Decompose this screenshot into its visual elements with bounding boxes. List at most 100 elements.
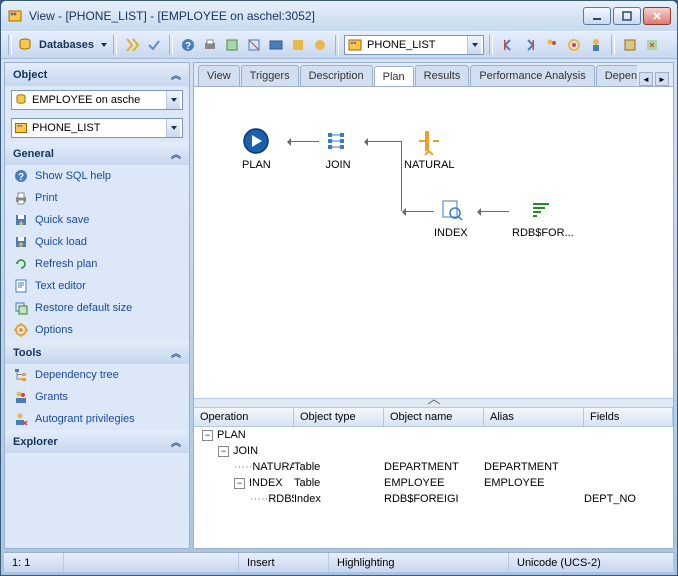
tool-icon-2[interactable]	[244, 35, 264, 55]
print-icon	[13, 190, 29, 206]
sidebar-item-autogrant[interactable]: Autogrant privilegies	[5, 408, 189, 430]
plan-view: PLAN JOIN NATURAL	[194, 87, 673, 548]
object-name-combo[interactable]: PHONE_LIST	[11, 118, 183, 138]
sidebar-item-save[interactable]: Quick save	[5, 209, 189, 231]
tab-depende[interactable]: Depende	[596, 65, 637, 86]
databases-menu[interactable]: Databases	[35, 39, 98, 51]
collapse-icon: ︽	[171, 146, 181, 161]
tool-icon-5[interactable]	[310, 35, 330, 55]
chevron-down-icon[interactable]	[166, 119, 180, 137]
natural-icon	[415, 127, 443, 155]
svg-text:?: ?	[185, 41, 191, 52]
tree-toggle[interactable]: −	[234, 478, 245, 489]
col-operation[interactable]: Operation	[194, 408, 294, 426]
general-section-header[interactable]: General ︽	[5, 142, 189, 165]
execute-icon[interactable]	[122, 35, 142, 55]
join-icon	[324, 127, 352, 155]
tab-scroll-left[interactable]: ◄	[639, 72, 653, 86]
cell-operation: RDB$FO	[268, 493, 294, 505]
tab-plan[interactable]: Plan	[374, 66, 414, 86]
sidebar-item-restore[interactable]: Restore default size	[5, 297, 189, 319]
arrow	[366, 141, 401, 142]
tool-icon-1[interactable]	[222, 35, 242, 55]
help-icon[interactable]: ?	[178, 35, 198, 55]
tab-view[interactable]: View	[198, 65, 240, 86]
cell-fields	[584, 444, 673, 458]
dropdown-icon[interactable]	[100, 41, 108, 49]
grant-icon[interactable]	[586, 35, 606, 55]
sidebar-item-grants[interactable]: Grants	[5, 386, 189, 408]
tools-section-header[interactable]: Tools ︽	[5, 341, 189, 364]
sidebar-item-text[interactable]: Text editor	[5, 275, 189, 297]
grid-row[interactable]: −INDEXTableEMPLOYEEEMPLOYEE	[194, 475, 673, 491]
tab-description[interactable]: Description	[300, 65, 373, 86]
tree-toggle[interactable]: −	[202, 430, 213, 441]
tab-performance-analysis[interactable]: Performance Analysis	[470, 65, 594, 86]
tool-icon-3[interactable]	[266, 35, 286, 55]
combo-text: EMPLOYEE on asche	[32, 94, 166, 106]
maximize-button[interactable]	[613, 7, 641, 25]
window-title: View - [PHONE_LIST] - [EMPLOYEE on asche…	[29, 9, 583, 23]
check-icon[interactable]	[144, 35, 164, 55]
sidebar-item-label: Show SQL help	[35, 170, 111, 182]
toolbar-grip	[611, 35, 615, 55]
horizontal-splitter[interactable]	[194, 398, 673, 408]
plan-diagram[interactable]: PLAN JOIN NATURAL	[194, 87, 673, 398]
window-controls	[583, 7, 671, 25]
sidebar-item-label: Autogrant privilegies	[35, 413, 135, 425]
users-icon[interactable]	[542, 35, 562, 55]
sidebar-item-tree[interactable]: Dependency tree	[5, 364, 189, 386]
cell-alias: DEPARTMENT	[484, 460, 584, 474]
grid-row[interactable]: ·····RDB$FOIndexRDB$FOREIGIDEPT_NO	[194, 491, 673, 507]
cell-operation: JOIN	[233, 445, 258, 457]
print-icon[interactable]	[200, 35, 220, 55]
rdbfor-node[interactable]: RDB$FOR...	[512, 195, 574, 239]
sidebar-item-load[interactable]: Quick load	[5, 231, 189, 253]
tool-icon-7[interactable]	[642, 35, 662, 55]
col-fields[interactable]: Fields	[584, 408, 673, 426]
cell-name: EMPLOYEE	[384, 476, 484, 490]
nav-next-icon[interactable]	[520, 35, 540, 55]
grid-row[interactable]: −JOIN	[194, 443, 673, 459]
index-node[interactable]: INDEX	[434, 195, 468, 239]
tool-icon-4[interactable]	[288, 35, 308, 55]
col-object-type[interactable]: Object type	[294, 408, 384, 426]
tree-toggle[interactable]: −	[218, 446, 229, 457]
minimize-button[interactable]	[583, 7, 611, 25]
sidebar-item-refresh[interactable]: Refresh plan	[5, 253, 189, 275]
object-section-header[interactable]: Object ︽	[5, 63, 189, 86]
database-combo[interactable]: EMPLOYEE on asche	[11, 90, 183, 110]
toolbar-grip	[113, 35, 117, 55]
grid-body[interactable]: −PLAN−JOIN·····NATURALTableDEPARTMENTDEP…	[194, 427, 673, 548]
tool-icon-6[interactable]	[620, 35, 640, 55]
explorer-section-header[interactable]: Explorer ︽	[5, 430, 189, 453]
tab-scroll-right[interactable]: ►	[655, 72, 669, 86]
config-icon[interactable]	[564, 35, 584, 55]
chevron-down-icon[interactable]	[166, 91, 180, 109]
sidebar-item-print[interactable]: Print	[5, 187, 189, 209]
tab-triggers[interactable]: Triggers	[241, 65, 299, 86]
grid-row[interactable]: −PLAN	[194, 427, 673, 443]
cell-fields	[584, 476, 673, 490]
cell-alias	[484, 492, 584, 506]
natural-node[interactable]: NATURAL	[404, 127, 455, 171]
chevron-down-icon[interactable]	[467, 36, 481, 54]
sidebar-item-label: Dependency tree	[35, 369, 119, 381]
toolbar-grip	[169, 35, 173, 55]
cell-alias: EMPLOYEE	[484, 476, 584, 490]
col-object-name[interactable]: Object name	[384, 408, 484, 426]
cell-operation: NATURAL	[252, 461, 294, 473]
node-label: RDB$FOR...	[512, 227, 574, 239]
cell-type: Index	[294, 492, 384, 506]
tab-results[interactable]: Results	[415, 65, 470, 86]
plan-node[interactable]: PLAN	[242, 127, 271, 171]
save-icon	[13, 212, 29, 228]
close-button[interactable]	[643, 7, 671, 25]
nav-prev-icon[interactable]	[498, 35, 518, 55]
grid-row[interactable]: ·····NATURALTableDEPARTMENTDEPARTMENT	[194, 459, 673, 475]
sidebar-item-options[interactable]: Options	[5, 319, 189, 341]
join-node[interactable]: JOIN	[324, 127, 352, 171]
sidebar-item-help[interactable]: ?Show SQL help	[5, 165, 189, 187]
col-alias[interactable]: Alias	[484, 408, 584, 426]
object-combo[interactable]: PHONE_LIST	[344, 35, 484, 55]
